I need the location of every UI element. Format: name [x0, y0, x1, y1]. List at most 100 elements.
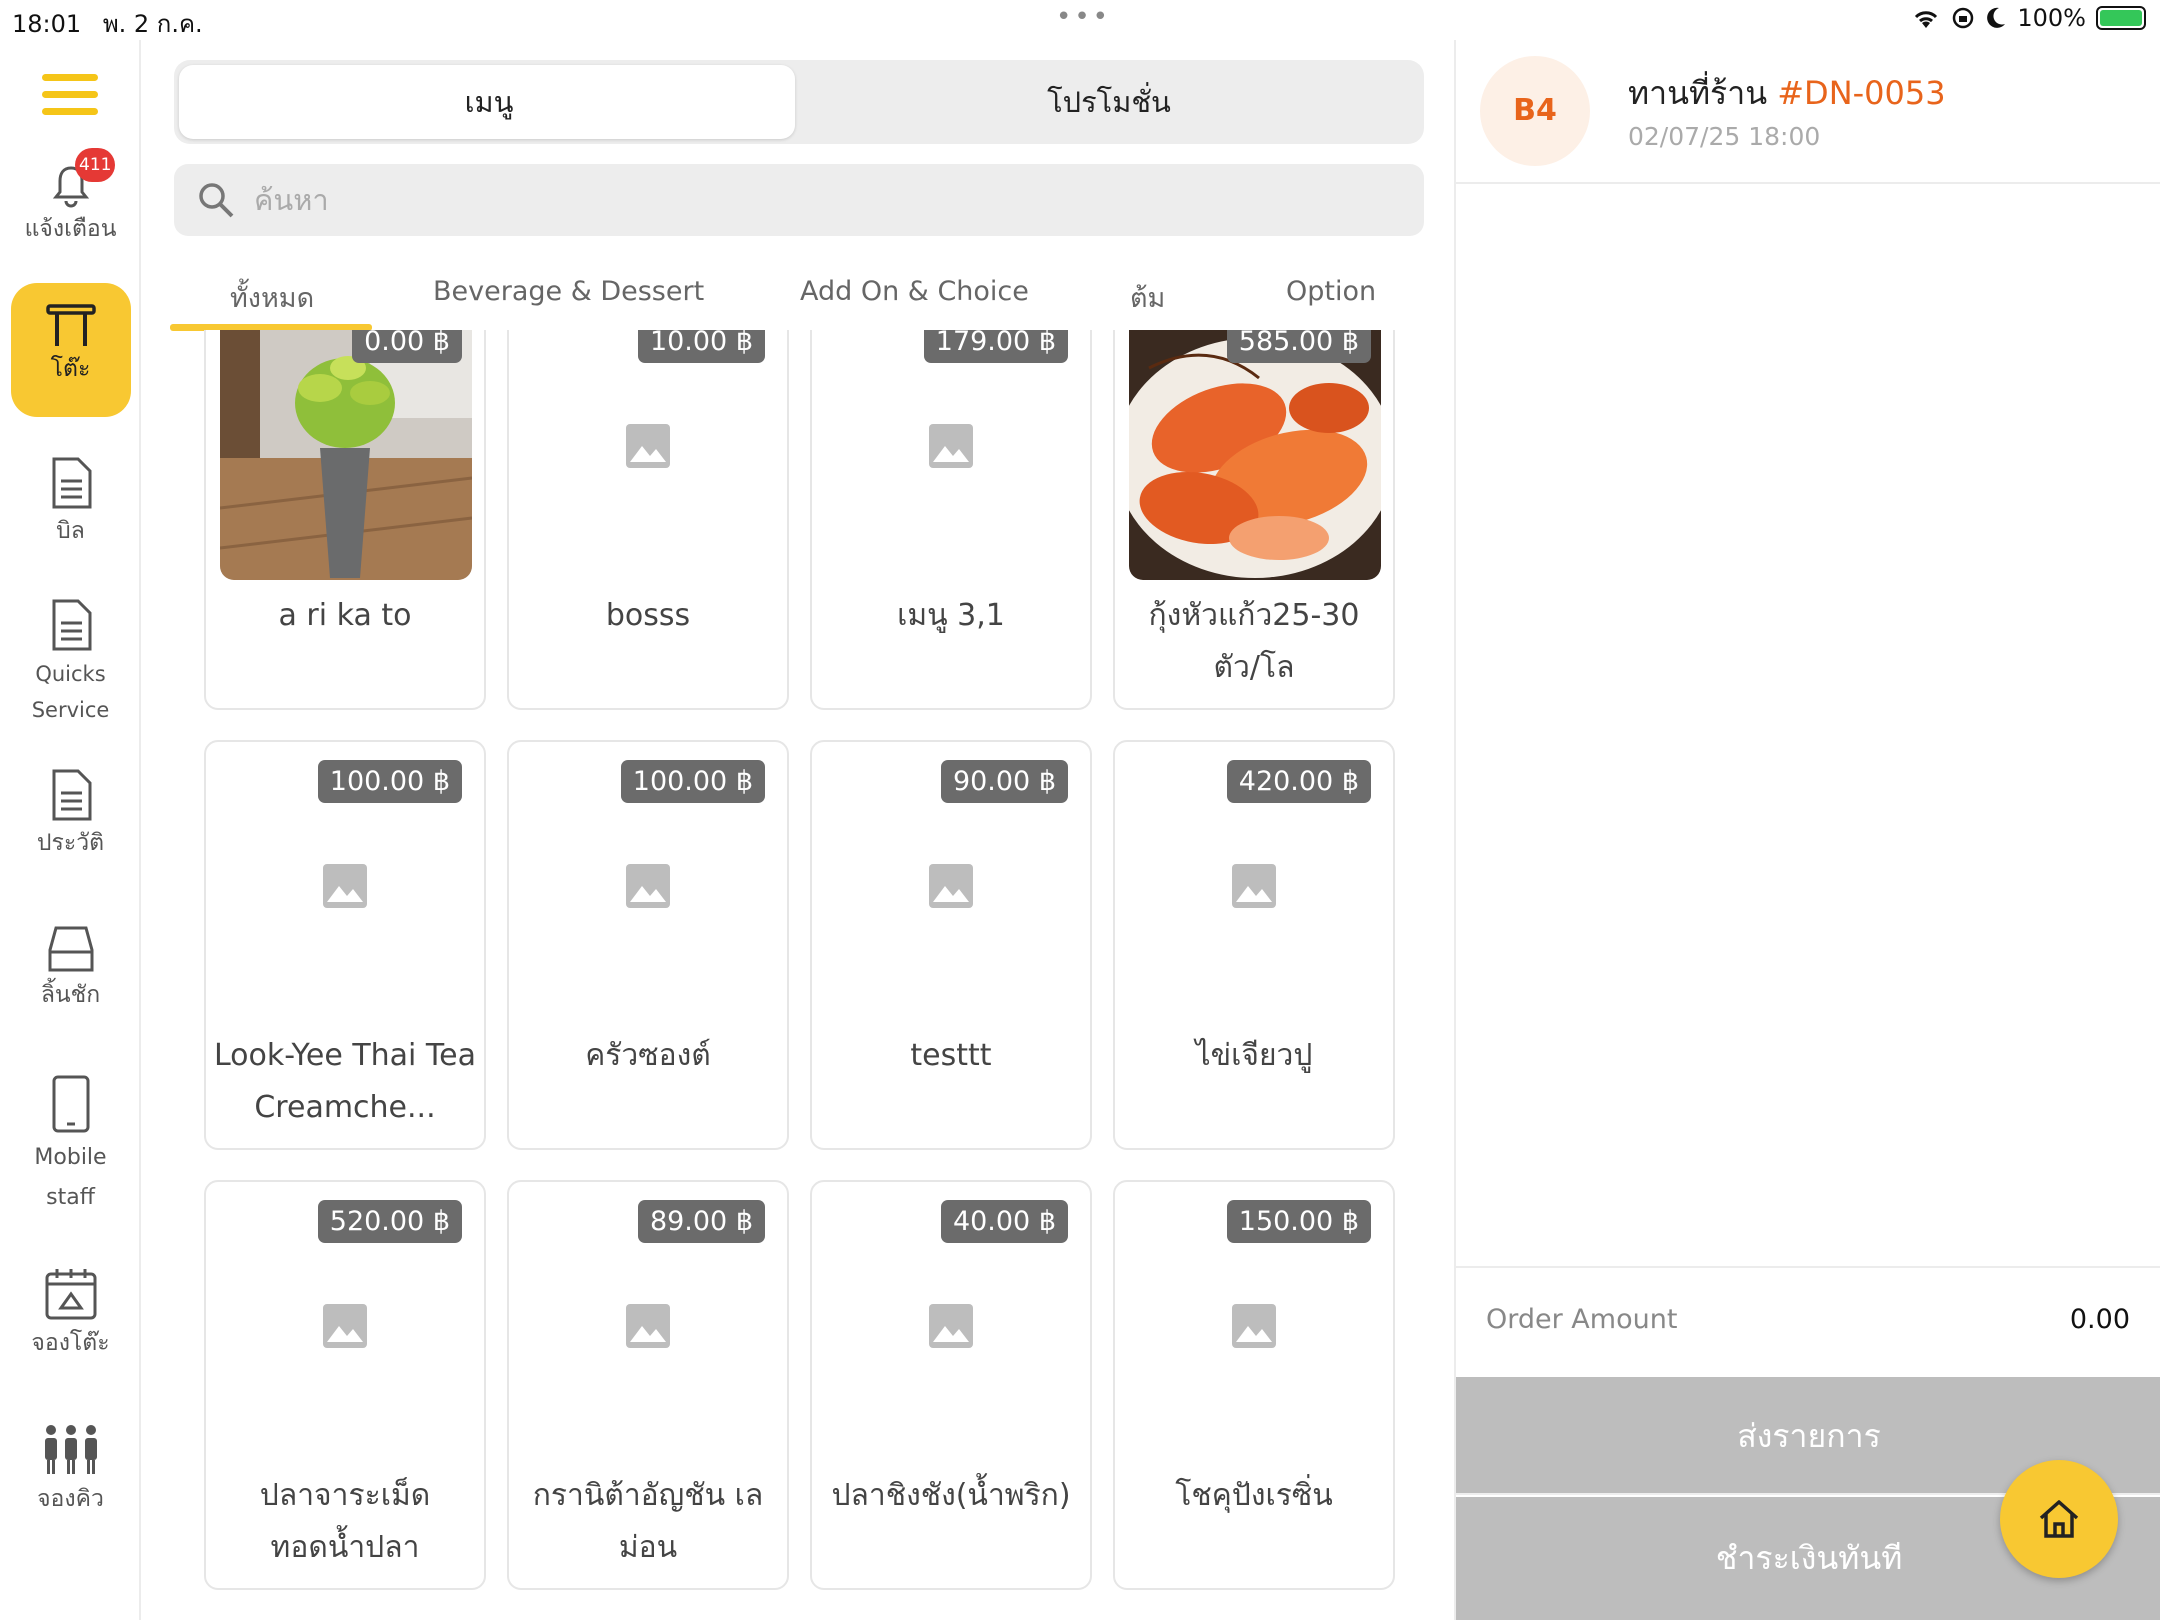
- sidebar-item-label: ลิ้นชัก: [40, 982, 101, 1008]
- drawer-icon: [48, 926, 93, 972]
- price-tag: 585.00 ฿: [1226, 330, 1371, 363]
- document-icon: [52, 457, 91, 509]
- image-placeholder-icon: [626, 424, 670, 468]
- product-name: โชคุปังเรซิ่น: [1175, 1478, 1333, 1513]
- sidebar-item-mobile-staff[interactable]: Mobile staff: [0, 1074, 141, 1218]
- tab-promotion[interactable]: โปรโมชั่น: [799, 60, 1419, 144]
- tab-category-option[interactable]: Option: [1286, 276, 1376, 307]
- product-card[interactable]: 100.00 ฿ ครัวซองต์: [507, 740, 789, 1150]
- search-icon: [199, 183, 234, 218]
- tab-category-boil[interactable]: ต้ม: [1130, 276, 1165, 319]
- sidebar-item-label: ประวัติ: [36, 830, 105, 856]
- sidebar-item-label: บิล: [56, 518, 85, 544]
- multitask-dots-icon[interactable]: •••: [1056, 2, 1111, 32]
- sidebar-item-bills[interactable]: บิล: [0, 456, 141, 548]
- product-name: กุ้งหัวแก้ว25-30 ตัว/โล: [1148, 598, 1360, 685]
- sidebar-item-drawer[interactable]: ลิ้นชัก: [0, 924, 141, 1012]
- home-fab-button[interactable]: [2000, 1460, 2118, 1578]
- order-code: #DN-0053: [1777, 74, 1946, 112]
- sidebar-item-label: จองคิว: [37, 1486, 104, 1512]
- product-card[interactable]: 179.00 ฿ เมนู 3,1: [810, 330, 1092, 710]
- product-name: กรานิต้าอัญชัน เลม่อน: [532, 1478, 764, 1565]
- order-amount-value: 0.00: [2069, 1304, 2130, 1335]
- product-photo-shrimp: [1129, 330, 1381, 580]
- price-tag: 90.00 ฿: [940, 760, 1068, 803]
- image-placeholder-icon: [626, 1304, 670, 1348]
- product-name: ครัวซองต์: [585, 1038, 711, 1073]
- home-icon: [2039, 1500, 2079, 1538]
- status-indicators: 100%: [1911, 4, 2146, 32]
- product-card[interactable]: 585.00 ฿ กุ้งหัวแก้ว25-30 ตัว/โล: [1113, 330, 1395, 710]
- price-tag: 100.00 ฿: [317, 760, 462, 803]
- status-date: พ. 2 ก.ค.: [102, 10, 203, 38]
- battery-icon: [2096, 6, 2146, 30]
- wifi-icon: [1915, 11, 1938, 28]
- product-card[interactable]: 520.00 ฿ ปลาจาระเม็ดทอดน้ำปลา: [204, 1180, 486, 1590]
- category-tabs: ทั้งหมด Beverage & Dessert Add On & Choi…: [170, 262, 1430, 332]
- price-tag: 150.00 ฿: [1226, 1200, 1371, 1243]
- search-input[interactable]: [254, 176, 1354, 224]
- sidebar-item-label: จองโต๊ะ: [31, 1330, 110, 1356]
- image-placeholder-icon: [1232, 1304, 1276, 1348]
- product-name: testtt: [910, 1038, 992, 1073]
- image-placeholder-icon: [626, 864, 670, 908]
- product-name: ปลาชิงชัง(น้ำพริก): [831, 1478, 1071, 1513]
- price-tag: 520.00 ฿: [317, 1200, 462, 1243]
- divider: [1456, 182, 2160, 184]
- product-card[interactable]: 100.00 ฿ Look-Yee Thai Tea Creamche...: [204, 740, 486, 1150]
- search-bar: [174, 164, 1424, 236]
- people-queue-icon: [44, 1425, 97, 1474]
- price-tag: 420.00 ฿: [1226, 760, 1371, 803]
- product-card[interactable]: 90.00 ฿ testtt: [810, 740, 1092, 1150]
- product-card[interactable]: 40.00 ฿ ปลาชิงชัง(น้ำพริก): [810, 1180, 1092, 1590]
- order-type: ทานที่ร้าน: [1628, 74, 1768, 112]
- battery-percent: 100%: [2017, 4, 2086, 32]
- tab-menu[interactable]: เมนู: [179, 60, 799, 144]
- product-card[interactable]: 89.00 ฿ กรานิต้าอัญชัน เลม่อน: [507, 1180, 789, 1590]
- table-icon: [45, 304, 96, 346]
- sidebar-item-notifications[interactable]: แจ้งเตือน: [0, 164, 141, 246]
- price-tag: 179.00 ฿: [923, 330, 1068, 363]
- orientation-lock-icon: [1953, 7, 1974, 29]
- product-card[interactable]: 150.00 ฿ โชคุปังเรซิ่น: [1113, 1180, 1395, 1590]
- status-clock: 18:01: [12, 10, 82, 38]
- image-placeholder-icon: [929, 1304, 973, 1348]
- product-card[interactable]: 10.00 ฿ bosss: [507, 330, 789, 710]
- moon-icon: [1987, 7, 2006, 28]
- product-card[interactable]: 420.00 ฿ ไข่เจียวปู: [1113, 740, 1395, 1150]
- price-tag: 10.00 ฿: [637, 330, 765, 363]
- product-grid: 0.00 ฿ a ri ka to 10.00 ฿ bosss 179.00 ฿…: [204, 330, 1396, 1620]
- sidebar-item-label: แจ้งเตือน: [24, 216, 117, 242]
- sidebar-item-label: โต๊ะ: [50, 356, 91, 382]
- sidebar-item-table-booking[interactable]: จองโต๊ะ: [0, 1266, 141, 1360]
- tab-category-all[interactable]: ทั้งหมด: [230, 276, 314, 319]
- sidebar-item-label: Quicks Service: [31, 662, 110, 722]
- sidebar-item-queue[interactable]: จองคิว: [0, 1422, 141, 1516]
- product-name: a ri ka to: [278, 598, 412, 633]
- table-badge: B4: [1480, 56, 1590, 166]
- product-card[interactable]: 0.00 ฿ a ri ka to: [204, 330, 486, 710]
- tab-category-beverage[interactable]: Beverage & Dessert: [433, 276, 704, 307]
- calendar-icon: [45, 1269, 96, 1320]
- price-tag: 89.00 ฿: [637, 1200, 765, 1243]
- notification-badge: 411: [75, 148, 116, 182]
- order-amount-label: Order Amount: [1486, 1304, 1678, 1335]
- image-placeholder-icon: [929, 864, 973, 908]
- price-tag: 40.00 ฿: [940, 1200, 1068, 1243]
- sidebar: แจ้งเตือน 411 โต๊ะ บิล Quicks Service ปร…: [0, 40, 141, 1620]
- menu-promotion-segmented-control: เมนู โปรโมชั่น: [174, 60, 1424, 144]
- sidebar-item-tables[interactable]: โต๊ะ: [0, 302, 141, 386]
- sidebar-item-quick-service[interactable]: Quicks Service: [0, 598, 141, 728]
- image-placeholder-icon: [1232, 864, 1276, 908]
- image-placeholder-icon: [323, 864, 367, 908]
- image-placeholder-icon: [323, 1304, 367, 1348]
- hamburger-menu-icon[interactable]: [42, 74, 98, 118]
- sidebar-item-history[interactable]: ประวัติ: [0, 768, 141, 860]
- price-tag: 0.00 ฿: [352, 330, 462, 363]
- order-datetime: 02/07/25 18:00: [1628, 122, 1821, 151]
- product-name: เมนู 3,1: [897, 598, 1005, 633]
- image-placeholder-icon: [929, 424, 973, 468]
- product-photo-plant: [220, 330, 472, 580]
- tab-category-addon[interactable]: Add On & Choice: [800, 276, 1029, 307]
- document-icon: [52, 769, 91, 821]
